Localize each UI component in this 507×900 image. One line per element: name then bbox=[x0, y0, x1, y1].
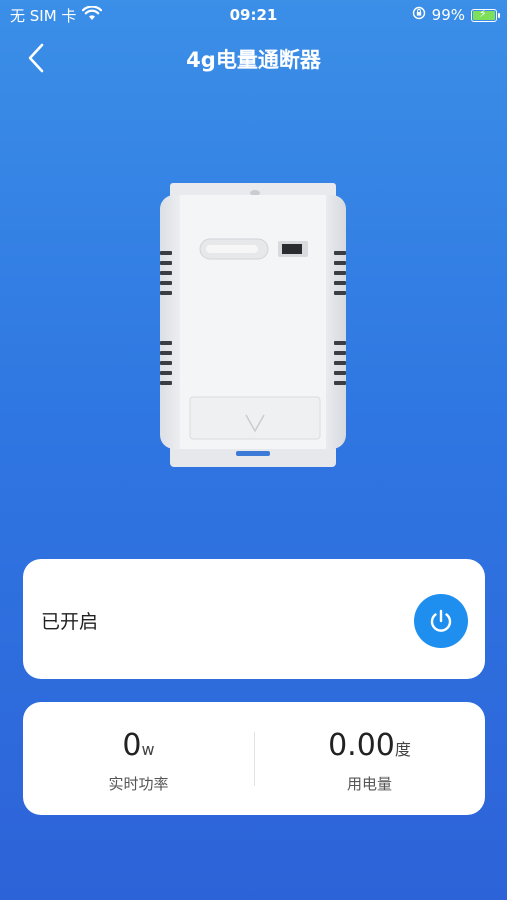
energy-stat: 0.00度 用电量 bbox=[254, 702, 485, 815]
status-bar: 无 SIM 卡 09:21 99% ⚡ bbox=[0, 0, 507, 30]
power-stat: 0w 实时功率 bbox=[23, 702, 254, 815]
page-title: 4g电量通断器 bbox=[186, 48, 321, 72]
switch-card: 已开启 bbox=[23, 559, 485, 679]
power-icon bbox=[430, 609, 452, 632]
power-button[interactable] bbox=[414, 594, 468, 648]
power-label: 实时功率 bbox=[108, 775, 169, 793]
energy-value: 0.00 bbox=[328, 728, 395, 763]
energy-label: 用电量 bbox=[346, 775, 392, 793]
power-value: 0 bbox=[122, 728, 142, 763]
device-image bbox=[158, 183, 348, 468]
energy-unit: 度 bbox=[394, 740, 411, 759]
switch-status-label: 已开启 bbox=[41, 611, 99, 633]
stats-card: 0w 实时功率 0.00度 用电量 bbox=[23, 702, 485, 815]
battery-icon: ⚡ bbox=[471, 7, 500, 22]
power-unit: w bbox=[141, 740, 155, 759]
nav-bar: 4g电量通断器 bbox=[0, 30, 507, 86]
status-time: 09:21 bbox=[229, 6, 278, 24]
